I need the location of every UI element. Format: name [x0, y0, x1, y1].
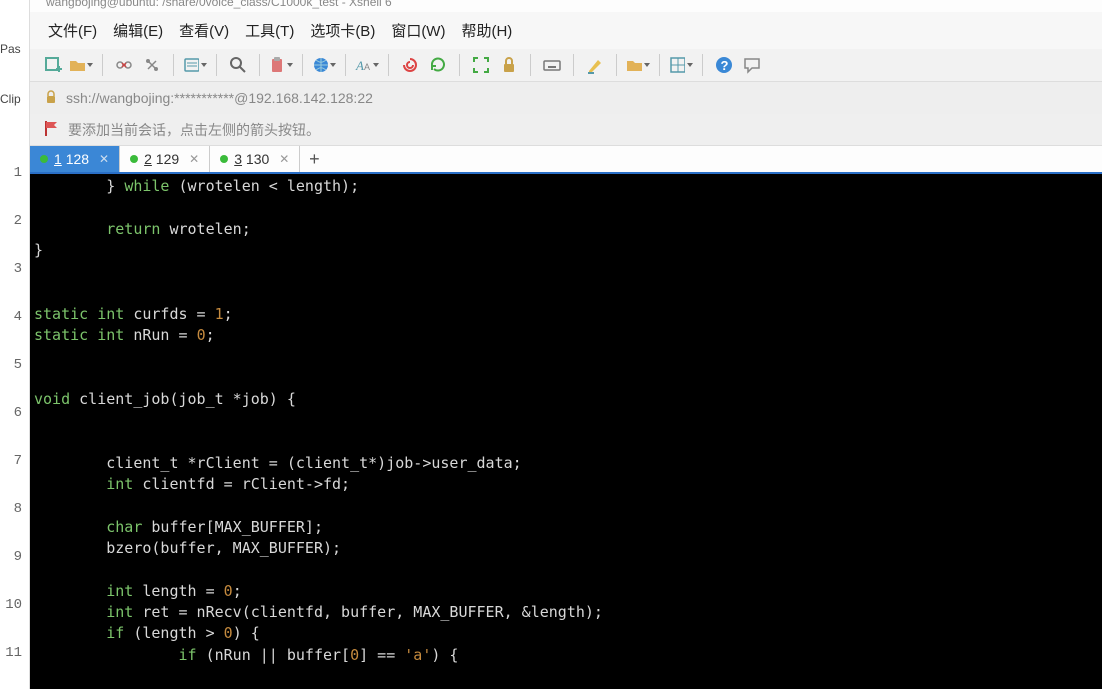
- toolbar: AA ?: [30, 49, 1102, 82]
- svg-text:?: ?: [721, 58, 729, 73]
- menu-file[interactable]: 文件(F): [44, 18, 101, 43]
- menubar: 文件(F) 编辑(E) 查看(V) 工具(T) 选项卡(B) 窗口(W) 帮助(…: [30, 12, 1102, 49]
- menu-window[interactable]: 窗口(W): [387, 18, 449, 43]
- lock-small-icon: [44, 90, 58, 107]
- tip-bar: 要添加当前会话，点击左侧的箭头按钮。: [30, 114, 1102, 146]
- paste-icon[interactable]: [269, 53, 293, 77]
- session-tab-1[interactable]: 1 128 ✕: [30, 146, 120, 172]
- highlight-icon[interactable]: [583, 53, 607, 77]
- close-icon[interactable]: ✕: [189, 152, 199, 166]
- menu-tools[interactable]: 工具(T): [241, 18, 298, 43]
- keyboard-icon[interactable]: [540, 53, 564, 77]
- left-panel-label-b: Clip: [0, 92, 21, 106]
- reconnect-icon[interactable]: [140, 53, 164, 77]
- layout-icon[interactable]: [669, 53, 693, 77]
- close-icon[interactable]: ✕: [279, 152, 289, 166]
- flag-icon: [44, 120, 60, 139]
- left-panel-label-a: Pas: [0, 42, 21, 56]
- new-session-icon[interactable]: [41, 53, 65, 77]
- svg-text:A: A: [355, 58, 364, 73]
- globe-icon[interactable]: [312, 53, 336, 77]
- open-folder-icon[interactable]: [69, 53, 93, 77]
- close-icon[interactable]: ✕: [99, 152, 109, 166]
- tip-text: 要添加当前会话，点击左侧的箭头按钮。: [68, 120, 320, 140]
- lock-icon[interactable]: [497, 53, 521, 77]
- search-icon[interactable]: [226, 53, 250, 77]
- session-tab-3[interactable]: 3 130 ✕: [210, 146, 300, 172]
- font-icon[interactable]: AA: [355, 53, 379, 77]
- disconnect-icon[interactable]: [112, 53, 136, 77]
- menu-tabs[interactable]: 选项卡(B): [306, 18, 379, 43]
- refresh-icon[interactable]: [426, 53, 450, 77]
- status-dot-icon: [130, 155, 138, 163]
- menu-edit[interactable]: 编辑(E): [109, 18, 167, 43]
- address-text: ssh://wangbojing:***********@192.168.142…: [66, 90, 373, 106]
- add-tab-button[interactable]: +: [300, 146, 328, 172]
- swirl-icon[interactable]: [398, 53, 422, 77]
- properties-icon[interactable]: [183, 53, 207, 77]
- fullscreen-icon[interactable]: [469, 53, 493, 77]
- menu-view[interactable]: 查看(V): [175, 18, 233, 43]
- status-dot-icon: [40, 155, 48, 163]
- chat-icon[interactable]: [740, 53, 764, 77]
- folder-tool-icon[interactable]: [626, 53, 650, 77]
- address-bar[interactable]: ssh://wangbojing:***********@192.168.142…: [30, 82, 1102, 114]
- terminal-output[interactable]: } while (wrotelen < length); return wrot…: [30, 174, 1102, 689]
- status-dot-icon: [220, 155, 228, 163]
- help-icon[interactable]: ?: [712, 53, 736, 77]
- session-tab-2[interactable]: 2 129 ✕: [120, 146, 210, 172]
- menu-help[interactable]: 帮助(H): [457, 18, 516, 43]
- window-title: wangbojing@ubuntu: /share/0voice_class/C…: [30, 0, 1102, 12]
- left-gutter-numbers: 1 2 3 4 5 6 7 8 9 10 11: [0, 165, 28, 693]
- svg-text:A: A: [364, 62, 370, 72]
- tab-strip: 1 128 ✕ 2 129 ✕ 3 130 ✕ +: [30, 146, 1102, 174]
